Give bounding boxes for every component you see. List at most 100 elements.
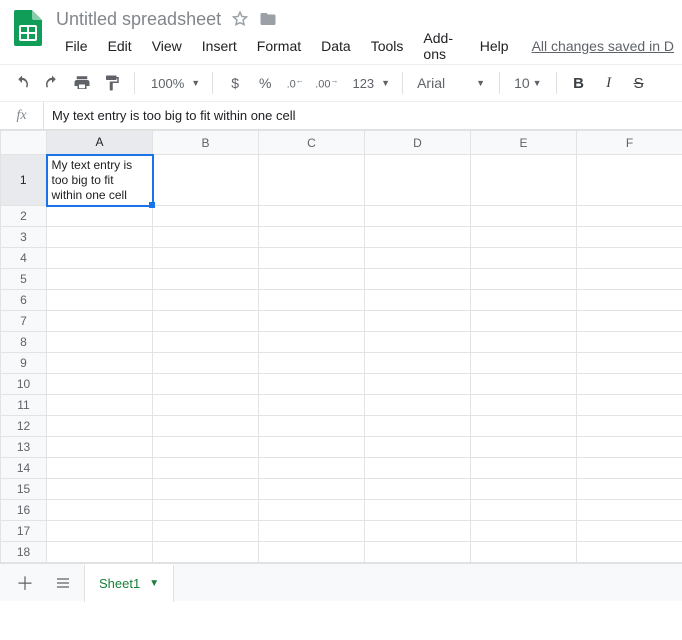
cell-E17[interactable] [471,521,577,542]
spreadsheet-grid[interactable]: A B C D E F 1My text entry is too big to… [0,130,682,563]
row-header-3[interactable]: 3 [1,227,47,248]
select-all-corner[interactable] [1,131,47,155]
cell-E5[interactable] [471,269,577,290]
cell-C16[interactable] [259,500,365,521]
cell-C11[interactable] [259,395,365,416]
cell-D12[interactable] [365,416,471,437]
cell-D8[interactable] [365,332,471,353]
cell-A17[interactable] [47,521,153,542]
cell-E7[interactable] [471,311,577,332]
cell-C18[interactable] [259,542,365,563]
row-header-17[interactable]: 17 [1,521,47,542]
row-header-7[interactable]: 7 [1,311,47,332]
cell-B5[interactable] [153,269,259,290]
cell-E4[interactable] [471,248,577,269]
row-header-10[interactable]: 10 [1,374,47,395]
cell-D6[interactable] [365,290,471,311]
fx-icon[interactable]: fx [0,102,44,129]
col-header-E[interactable]: E [471,131,577,155]
cell-D3[interactable] [365,227,471,248]
cell-E9[interactable] [471,353,577,374]
row-header-18[interactable]: 18 [1,542,47,563]
col-header-F[interactable]: F [577,131,682,155]
cell-A9[interactable] [47,353,153,374]
cell-C8[interactable] [259,332,365,353]
cell-C17[interactable] [259,521,365,542]
cell-F13[interactable] [577,437,682,458]
col-header-D[interactable]: D [365,131,471,155]
cell-B6[interactable] [153,290,259,311]
cell-D4[interactable] [365,248,471,269]
save-status[interactable]: All changes saved in D [532,38,674,54]
decrease-decimal-button[interactable]: .0← [281,69,309,97]
cell-F16[interactable] [577,500,682,521]
cell-D9[interactable] [365,353,471,374]
cell-F4[interactable] [577,248,682,269]
row-header-15[interactable]: 15 [1,479,47,500]
cell-B4[interactable] [153,248,259,269]
cell-B7[interactable] [153,311,259,332]
sheets-logo[interactable] [8,8,48,48]
cell-B9[interactable] [153,353,259,374]
cell-E2[interactable] [471,206,577,227]
cell-C6[interactable] [259,290,365,311]
cell-F8[interactable] [577,332,682,353]
cell-C14[interactable] [259,458,365,479]
row-header-14[interactable]: 14 [1,458,47,479]
cell-E1[interactable] [471,155,577,206]
cell-F12[interactable] [577,416,682,437]
format-currency-button[interactable]: $ [221,69,249,97]
cell-C13[interactable] [259,437,365,458]
undo-button[interactable] [8,69,36,97]
cell-A4[interactable] [47,248,153,269]
cell-E11[interactable] [471,395,577,416]
cell-C1[interactable] [259,155,365,206]
cell-D10[interactable] [365,374,471,395]
col-header-B[interactable]: B [153,131,259,155]
cell-A6[interactable] [47,290,153,311]
sheet-tab-menu-icon[interactable]: ▼ [149,578,159,589]
cell-D11[interactable] [365,395,471,416]
redo-button[interactable] [38,69,66,97]
cell-E12[interactable] [471,416,577,437]
cell-E13[interactable] [471,437,577,458]
cell-C4[interactable] [259,248,365,269]
row-header-16[interactable]: 16 [1,500,47,521]
row-header-5[interactable]: 5 [1,269,47,290]
cell-A12[interactable] [47,416,153,437]
cell-F14[interactable] [577,458,682,479]
cell-F15[interactable] [577,479,682,500]
cell-F2[interactable] [577,206,682,227]
row-header-11[interactable]: 11 [1,395,47,416]
menu-data[interactable]: Data [312,34,360,58]
folder-icon[interactable] [259,10,277,28]
cell-A16[interactable] [47,500,153,521]
cell-A13[interactable] [47,437,153,458]
row-header-9[interactable]: 9 [1,353,47,374]
menu-edit[interactable]: Edit [99,34,141,58]
cell-F3[interactable] [577,227,682,248]
cell-C7[interactable] [259,311,365,332]
cell-A7[interactable] [47,311,153,332]
cell-D16[interactable] [365,500,471,521]
cell-D14[interactable] [365,458,471,479]
bold-button[interactable]: B [565,69,593,97]
cell-A18[interactable] [47,542,153,563]
cell-E6[interactable] [471,290,577,311]
cell-E10[interactable] [471,374,577,395]
cell-E18[interactable] [471,542,577,563]
add-sheet-button[interactable]: ＋ [8,568,42,598]
more-formats-button[interactable]: 123▼ [344,69,394,97]
cell-B18[interactable] [153,542,259,563]
cell-B12[interactable] [153,416,259,437]
cell-F9[interactable] [577,353,682,374]
italic-button[interactable]: I [595,69,623,97]
cell-B14[interactable] [153,458,259,479]
menu-view[interactable]: View [143,34,191,58]
col-header-C[interactable]: C [259,131,365,155]
cell-F6[interactable] [577,290,682,311]
paint-format-button[interactable] [98,69,126,97]
cell-D15[interactable] [365,479,471,500]
cell-B15[interactable] [153,479,259,500]
cell-A3[interactable] [47,227,153,248]
